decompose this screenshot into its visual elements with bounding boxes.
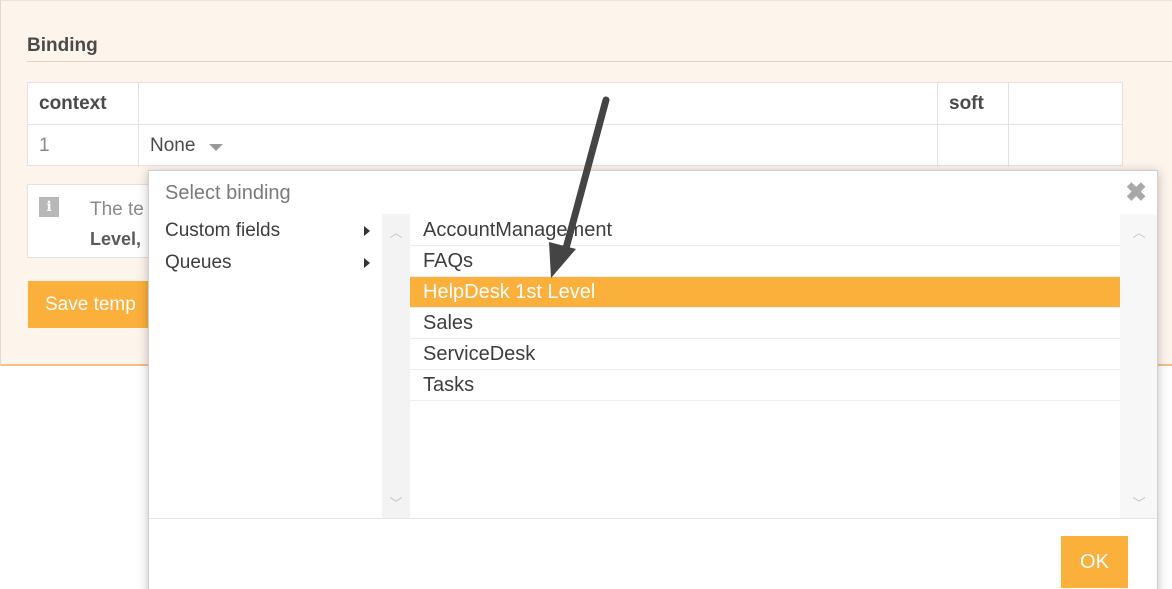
list-item-label: Sales xyxy=(423,311,474,334)
list-item[interactable]: AccountManagement xyxy=(410,215,1120,246)
binding-table: context soft 1 None xyxy=(27,82,1123,167)
panel-divider xyxy=(27,61,1172,62)
info-text: The te xyxy=(90,199,144,220)
info-text-bold: Level, xyxy=(90,229,142,249)
queue-list: AccountManagement FAQs HelpDesk 1st Leve… xyxy=(410,214,1120,518)
category-custom-fields[interactable]: Custom fields xyxy=(149,215,382,246)
dialog-title: Select binding xyxy=(165,182,291,204)
chevron-down-icon[interactable]: ﹀ xyxy=(1132,493,1145,512)
chevron-up-icon[interactable]: ︿ xyxy=(1132,222,1145,241)
chevron-right-icon xyxy=(364,226,370,236)
list-item[interactable]: FAQs xyxy=(410,246,1120,277)
list-item-label: FAQs xyxy=(423,249,474,272)
list-item[interactable]: ServiceDesk xyxy=(410,339,1120,370)
cell-extra xyxy=(1009,125,1123,167)
list-item[interactable]: Sales xyxy=(410,308,1120,339)
table-row: 1 None xyxy=(28,125,1122,167)
dialog-header: Select binding ✖ xyxy=(149,171,1157,214)
ok-button[interactable]: OK xyxy=(1061,536,1128,588)
header-extra xyxy=(1009,83,1123,125)
category-queues[interactable]: Queues xyxy=(149,247,382,278)
screen: Binding context soft 1 None i The te Lev… xyxy=(0,0,1172,589)
list-item-label: Tasks xyxy=(423,373,475,396)
list-item-selected[interactable]: HelpDesk 1st Level xyxy=(410,277,1120,308)
category-scrollbar[interactable]: ︿ ﹀ xyxy=(382,214,410,518)
caret-down-icon xyxy=(209,144,224,151)
header-context: context xyxy=(28,83,139,125)
chevron-up-icon[interactable]: ︿ xyxy=(389,222,402,241)
cell-soft[interactable] xyxy=(938,125,1009,167)
list-item-label: ServiceDesk xyxy=(423,342,536,365)
list-item-label: HelpDesk 1st Level xyxy=(423,280,596,303)
table-header-row: context soft xyxy=(28,83,1122,125)
list-item[interactable]: Tasks xyxy=(410,370,1120,401)
cell-context: 1 xyxy=(28,125,139,167)
category-label: Custom fields xyxy=(165,219,281,241)
chevron-down-icon[interactable]: ﹀ xyxy=(389,493,402,512)
header-soft: soft xyxy=(938,83,1009,125)
info-icon: i xyxy=(39,197,59,217)
list-item-label: AccountManagement xyxy=(423,218,613,241)
category-list: Custom fields Queues xyxy=(149,214,382,518)
binding-dropdown-value: None xyxy=(150,135,196,156)
category-label: Queues xyxy=(165,251,232,273)
chevron-right-icon xyxy=(364,258,370,268)
panel-title: Binding xyxy=(27,35,98,56)
queue-scrollbar[interactable]: ︿ ﹀ xyxy=(1120,214,1157,518)
select-binding-dialog: Select binding ✖ Custom fields Queues ︿ … xyxy=(148,170,1158,589)
binding-dropdown[interactable]: None xyxy=(139,125,938,167)
dialog-footer-divider xyxy=(149,518,1157,519)
header-binding xyxy=(139,83,938,125)
close-icon[interactable]: ✖ xyxy=(1125,178,1147,206)
